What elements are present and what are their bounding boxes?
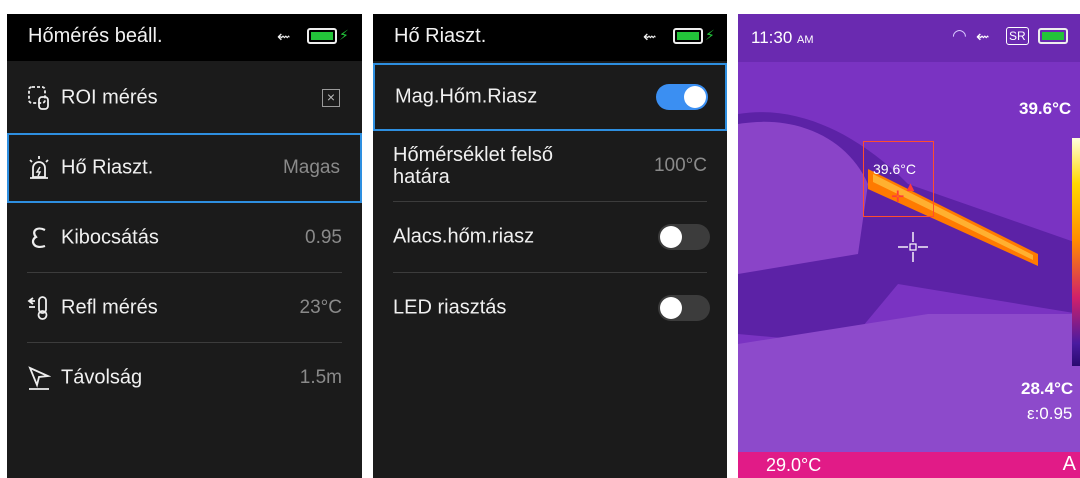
usb-icon: ⇜ [277, 29, 291, 46]
reflected-temp-icon [27, 296, 48, 320]
usb-icon: ⇜ [643, 29, 657, 46]
measurement-settings-screen: Hőmérés beáll. ⇜ ⚡ ROI mérés × Hő Riaszt… [7, 14, 362, 478]
sr-badge: SR [1006, 27, 1029, 45]
status-bar: Hő Riaszt. ⇜ ⚡ [373, 14, 727, 61]
charging-icon: ⚡ [705, 27, 715, 43]
menu-item-roi[interactable]: ROI mérés × [7, 63, 362, 133]
color-scale-bar [1072, 138, 1080, 366]
close-icon[interactable]: × [322, 89, 340, 107]
emissivity-icon [31, 227, 46, 248]
hotspot-crosshair-icon: ✛ [891, 189, 905, 206]
menu-item-label: Kibocsátás [61, 226, 159, 249]
low-temp-alarm-row[interactable]: Alacs.hőm.riasz [373, 202, 727, 272]
battery-icon [673, 28, 703, 44]
led-alarm-toggle[interactable] [658, 295, 710, 321]
row-label: Alacs.hőm.riasz [393, 225, 535, 248]
menu-item-value: 0.95 [305, 227, 342, 248]
menu-item-value: Magas [282, 157, 340, 178]
roi-temp-label: 39.6°C [873, 161, 916, 177]
status-bar: 11:30 AM ◠ ⇜ SR [738, 14, 1080, 62]
menu-item-label: Távolság [61, 366, 143, 389]
alarm-icon [29, 156, 49, 179]
menu-item-label: Refl mérés [61, 296, 158, 319]
high-temp-alarm-toggle[interactable] [656, 84, 708, 110]
wifi-icon: ◠ [952, 26, 967, 45]
row-label-line2: határa [393, 166, 450, 188]
row-label: Mag.Hőm.Riasz [395, 85, 538, 108]
heat-alarm-screen: Hő Riaszt. ⇜ ⚡ Mag.Hőm.Riasz Hőmérséklet… [373, 14, 727, 478]
clock: 11:30 [751, 28, 793, 47]
upper-limit-value: 100°C [653, 155, 707, 176]
roi-icon [28, 86, 49, 110]
clock-ampm: AM [797, 34, 814, 46]
menu-item-heat-alarm[interactable]: Hő Riaszt. Magas [7, 133, 362, 203]
emissivity-label: ε:0.95 [1027, 404, 1073, 423]
warning-icon: ▲ [904, 179, 917, 194]
status-bar: Hőmérés beáll. ⇜ ⚡ [7, 14, 362, 61]
menu-item-label: Hő Riaszt. [61, 156, 154, 179]
menu-item-reflected-temp[interactable]: Refl mérés 23°C [7, 273, 362, 343]
charging-icon: ⚡ [339, 27, 349, 43]
usb-icon: ⇜ [976, 29, 990, 46]
page-title: Hőmérés beáll. [28, 25, 163, 47]
battery-icon [307, 28, 337, 44]
led-alarm-row[interactable]: LED riasztás [373, 273, 727, 343]
page-title: Hő Riaszt. [394, 25, 487, 47]
high-temp-alarm-row[interactable]: Mag.Hőm.Riasz [373, 63, 727, 131]
menu-item-value: 1.5m [299, 367, 342, 388]
menu-item-label: ROI mérés [61, 86, 158, 109]
min-temp-label: 28.4°C [1021, 379, 1074, 398]
bottom-bar: 29.0°C A [738, 452, 1080, 478]
thermal-camera-view[interactable]: 11:30 AM ◠ ⇜ SR 39.6°C 28.4°C ε:0.95 39.… [738, 14, 1080, 478]
distance-icon [28, 366, 51, 390]
low-temp-alarm-toggle[interactable] [658, 224, 710, 250]
max-temp-label: 39.6°C [1019, 99, 1072, 118]
mode-indicator[interactable]: A [1063, 453, 1076, 476]
row-label: LED riasztás [393, 296, 507, 319]
crosshair-icon [898, 232, 928, 262]
menu-item-distance[interactable]: Távolság 1.5m [7, 343, 362, 413]
center-temp-label: 29.0°C [766, 455, 822, 475]
battery-icon [1038, 28, 1068, 44]
menu-item-value: 23°C [299, 297, 342, 318]
menu-item-emissivity[interactable]: Kibocsátás 0.95 [7, 203, 362, 273]
upper-limit-row[interactable]: Hőmérséklet felső határa 100°C [373, 132, 727, 200]
row-label-line1: Hőmérséklet felső [393, 144, 554, 166]
